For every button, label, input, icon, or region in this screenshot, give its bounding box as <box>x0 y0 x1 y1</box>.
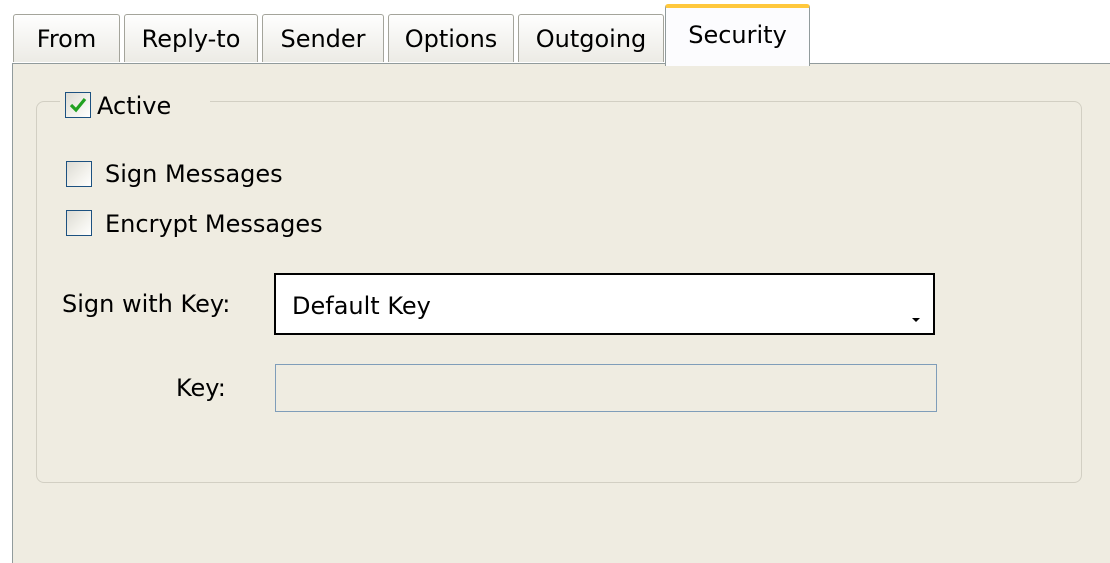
active-label: Active <box>97 92 172 120</box>
tab-from[interactable]: From <box>13 14 120 62</box>
tab-sender[interactable]: Sender <box>262 14 384 62</box>
checkmark-icon <box>69 97 87 113</box>
active-checkbox[interactable] <box>65 92 91 118</box>
tab-outgoing[interactable]: Outgoing <box>518 14 664 62</box>
key-label: Key: <box>176 374 226 402</box>
tab-options[interactable]: Options <box>388 14 514 62</box>
key-input[interactable] <box>275 364 937 412</box>
tab-reply-to[interactable]: Reply-to <box>124 14 258 62</box>
sign-messages-checkbox[interactable] <box>66 161 92 187</box>
sign-messages-label: Sign Messages <box>105 160 283 188</box>
sign-with-key-value: Default Key <box>292 292 431 320</box>
tab-strip: From Reply-to Sender Options Outgoing Se… <box>0 0 1110 66</box>
tab-security[interactable]: Security <box>665 4 810 66</box>
encrypt-messages-label: Encrypt Messages <box>105 210 323 238</box>
sign-with-key-label: Sign with Key: <box>62 290 231 318</box>
encrypt-messages-checkbox[interactable] <box>66 210 92 236</box>
sign-with-key-select[interactable]: Default Key <box>274 273 935 335</box>
dropdown-arrow-icon <box>912 318 920 322</box>
